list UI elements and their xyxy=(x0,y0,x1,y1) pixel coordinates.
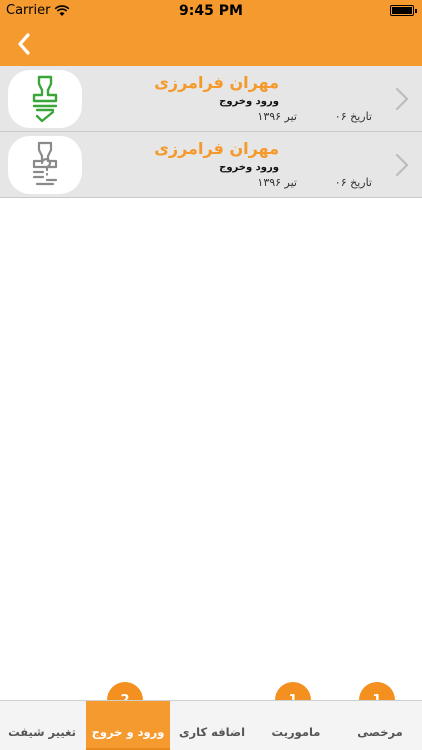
tab-mission[interactable]: ماموریت xyxy=(254,701,338,750)
chevron-right-icon xyxy=(395,153,409,177)
tab-label: ورود و خروج xyxy=(91,725,165,739)
navbar xyxy=(0,22,422,66)
status-time: 9:45 PM xyxy=(179,3,243,19)
list-item[interactable]: مهران فرامرزی ورود وخروج تیر ۱۳۹۶ تاریخ … xyxy=(0,132,422,198)
status-bar: Carrier 9:45 PM xyxy=(0,0,422,22)
chevron-left-icon xyxy=(18,33,30,55)
record-type: ورود وخروج xyxy=(219,96,279,107)
tab-label: اضافه کاری xyxy=(178,725,246,739)
tab-bar: مرخصی ماموریت اضافه کاری ورود و خروج تغی… xyxy=(0,700,422,750)
record-date: تاریخ ۰۶ xyxy=(334,110,372,123)
record-icon-box xyxy=(8,136,82,194)
records-list: مهران فرامرزی ورود وخروج تیر ۱۳۹۶ تاریخ … xyxy=(0,66,422,198)
record-icon-box xyxy=(8,70,82,128)
tab-leave[interactable]: مرخصی xyxy=(338,701,422,750)
record-name: مهران فرامرزی xyxy=(154,139,279,158)
chevron-right-icon xyxy=(395,87,409,111)
stamp-check-icon xyxy=(32,75,58,123)
stamp-question-icon xyxy=(32,141,58,186)
tab-label: تغییر شیفت xyxy=(8,725,76,739)
tab-label: ماموریت xyxy=(271,725,321,739)
tab-overtime[interactable]: اضافه کاری xyxy=(170,701,254,750)
tab-entry-exit[interactable]: ورود و خروج xyxy=(86,701,170,750)
record-type: ورود وخروج xyxy=(219,162,279,173)
tab-shift-change[interactable]: تغییر شیفت xyxy=(0,701,84,750)
record-month: تیر ۱۳۹۶ xyxy=(257,110,297,123)
back-button[interactable] xyxy=(8,28,40,60)
record-month: تیر ۱۳۹۶ xyxy=(257,176,297,189)
record-name: مهران فرامرزی xyxy=(154,73,279,92)
list-item[interactable]: مهران فرامرزی ورود وخروج تیر ۱۳۹۶ تاریخ … xyxy=(0,66,422,132)
record-date: تاریخ ۰۶ xyxy=(334,176,372,189)
tab-label: مرخصی xyxy=(357,725,403,739)
battery-icon xyxy=(390,5,417,16)
